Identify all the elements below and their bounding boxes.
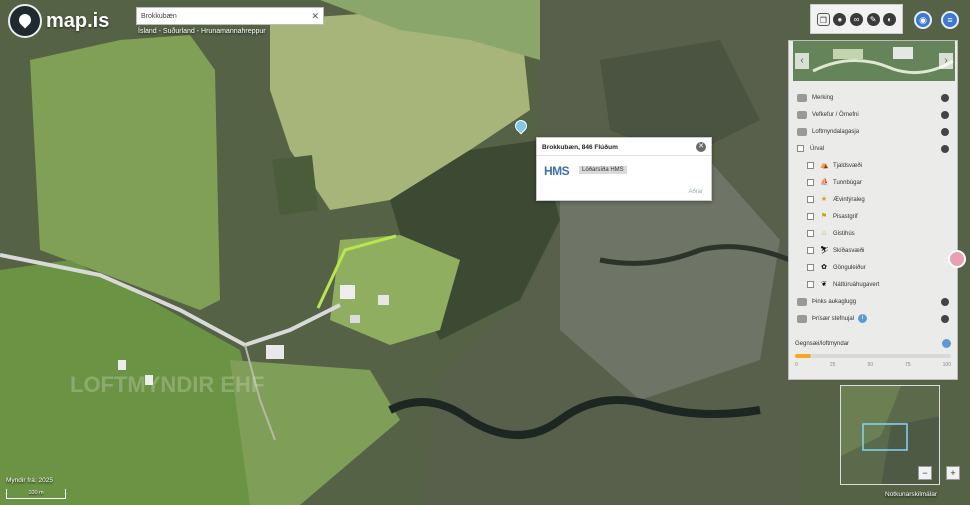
poi-row[interactable]: ★ Ævintýraleg <box>789 191 957 208</box>
layer-label: Þrísær stefnujal <box>812 315 855 322</box>
poi-checkbox[interactable] <box>807 247 814 254</box>
opacity-label: Gegnsæi/loftmyndar <box>795 340 850 347</box>
layer-toggle[interactable] <box>941 315 949 323</box>
terms-link[interactable]: Notkunarskilmálar <box>885 491 937 498</box>
poi-checkbox[interactable] <box>807 264 814 271</box>
info-icon[interactable]: i <box>858 314 868 323</box>
app-logo[interactable]: map.is <box>8 4 109 38</box>
layer-toggle[interactable] <box>941 111 949 119</box>
leaf-icon: ❦ <box>821 280 827 288</box>
scale-bar: 100 m <box>6 489 66 499</box>
poi-checkbox[interactable] <box>807 196 814 203</box>
pin-icon[interactable]: ● <box>833 12 847 26</box>
poi-checkbox[interactable] <box>807 162 814 169</box>
poi-row[interactable]: ⌂ Gistihús <box>789 225 957 242</box>
layer-icon <box>797 297 807 306</box>
zoom-in-button[interactable]: + <box>946 466 960 480</box>
layer-toggle[interactable] <box>941 145 949 153</box>
poi-label: Tjaldsvæði <box>833 162 863 169</box>
opacity-slider[interactable] <box>795 354 951 358</box>
layer-checkbox[interactable] <box>797 145 804 152</box>
poi-checkbox[interactable] <box>807 179 814 186</box>
zoom-out-button[interactable]: − <box>918 466 932 480</box>
layer-icon <box>797 127 807 136</box>
tent-icon: ⛺ <box>820 161 829 169</box>
opacity-ticks: 0 25 50 75 100 <box>795 362 951 368</box>
layer-label: Vefkefur / Örnefni <box>812 111 859 118</box>
poi-row[interactable]: ⚑ Pisastgrif <box>789 208 957 225</box>
hiker-icon: ✿ <box>821 263 827 271</box>
ski-icon: ⛷ <box>820 246 829 254</box>
poi-checkbox[interactable] <box>807 230 814 237</box>
layers-panel: ‹ › Merking Vefkefur / Örnefni Loftmynda… <box>788 40 958 380</box>
layer-row[interactable]: Úrval <box>789 140 957 157</box>
layers-icon[interactable]: ❐ <box>816 12 830 26</box>
layer-label: Úrval <box>810 145 825 152</box>
watermark-text: LOFTMYNDIR EHF <box>70 372 264 397</box>
app-name: map.is <box>46 9 110 32</box>
popup-close-icon[interactable]: ✕ <box>696 142 706 152</box>
search-input[interactable]: Brokkubæn <box>141 13 311 20</box>
layer-toggle[interactable] <box>941 298 949 306</box>
breadcrumb: Ísland - Suðurland - Hrunamannahreppur <box>138 28 266 35</box>
popup-footer[interactable]: Aðrar <box>688 189 703 195</box>
layer-toggle[interactable] <box>941 94 949 102</box>
boat-icon: ⛵ <box>820 178 829 186</box>
poi-checkbox[interactable] <box>807 281 814 288</box>
poi-row[interactable]: ⛺ Tjaldsvæði <box>789 157 957 174</box>
poi-row[interactable]: ⛷ Skíðasvæði <box>789 242 957 259</box>
poi-label: Pisastgrif <box>833 213 858 220</box>
layer-row[interactable]: Vefkefur / Örnefni <box>789 106 957 123</box>
layer-label: Merking <box>812 94 834 101</box>
map-pin-icon <box>8 4 42 38</box>
imagery-credit: Myndir frá: 2025 <box>6 477 53 484</box>
poi-row[interactable]: ✿ Gönguleiður <box>789 259 957 276</box>
info-popup: Brokkubæn, 846 Flúðum ✕ HMS Lóðarsíða HM… <box>536 137 712 201</box>
poi-label: Ævintýraleg <box>833 196 865 203</box>
basemap-thumbnail[interactable]: ‹ › <box>793 41 955 81</box>
poi-label: Skíðasvæði <box>833 247 865 254</box>
layer-toggle[interactable] <box>941 128 949 136</box>
house-icon: ⌂ <box>821 229 827 237</box>
thumb-prev-icon[interactable]: ‹ <box>795 53 809 69</box>
hms-logo: HMS <box>544 164 570 178</box>
locate-button[interactable]: ◉ <box>914 11 932 29</box>
thumb-next-icon[interactable]: › <box>939 53 953 69</box>
binoculars-icon[interactable]: ∞ <box>849 12 863 26</box>
popup-title: Brokkubæn, 846 Flúðum <box>542 144 618 151</box>
menu-button[interactable]: ≡ <box>941 11 959 29</box>
layer-icon <box>797 314 807 323</box>
opacity-control[interactable]: Gegnsæi/loftmyndar 0 25 50 75 100 <box>795 339 951 368</box>
map-toolbar: ❐ ● ∞ ✎ ◐ <box>810 4 903 34</box>
layer-row[interactable]: Þrísær stefnujal i <box>789 310 957 327</box>
layer-icon <box>797 93 807 102</box>
layer-label: Loftmyndalagasja <box>812 128 860 135</box>
layer-row[interactable]: Þinks aukaglugg <box>789 293 957 310</box>
layer-icon <box>797 110 807 119</box>
search-box[interactable]: Brokkubæn ✕ <box>136 7 324 25</box>
poi-row[interactable]: ❦ Náttúruáhugavert <box>789 276 957 293</box>
poi-label: Náttúruáhugavert <box>833 281 880 288</box>
close-icon[interactable]: ✕ <box>311 11 319 22</box>
poi-checkbox[interactable] <box>807 213 814 220</box>
layer-label: Þinks aukaglugg <box>812 298 857 305</box>
pencil-icon[interactable]: ✎ <box>866 12 880 26</box>
popup-divider <box>537 155 711 156</box>
opacity-info-icon[interactable] <box>942 339 951 348</box>
layer-row[interactable]: Loftmyndalagasja <box>789 123 957 140</box>
poi-row[interactable]: ⛵ Tunnbúgar <box>789 174 957 191</box>
star-icon: ★ <box>820 195 828 203</box>
poi-label: Gönguleiður <box>833 264 866 271</box>
layer-row[interactable]: Merking <box>789 89 957 106</box>
flag-icon: ⚑ <box>820 212 828 220</box>
popup-link[interactable]: Lóðarsíða HMS <box>579 166 627 174</box>
panel-toggle-button[interactable] <box>948 250 966 268</box>
globe-icon[interactable]: ◐ <box>883 12 897 26</box>
poi-label: Gistihús <box>833 230 855 237</box>
poi-label: Tunnbúgar <box>833 179 862 186</box>
